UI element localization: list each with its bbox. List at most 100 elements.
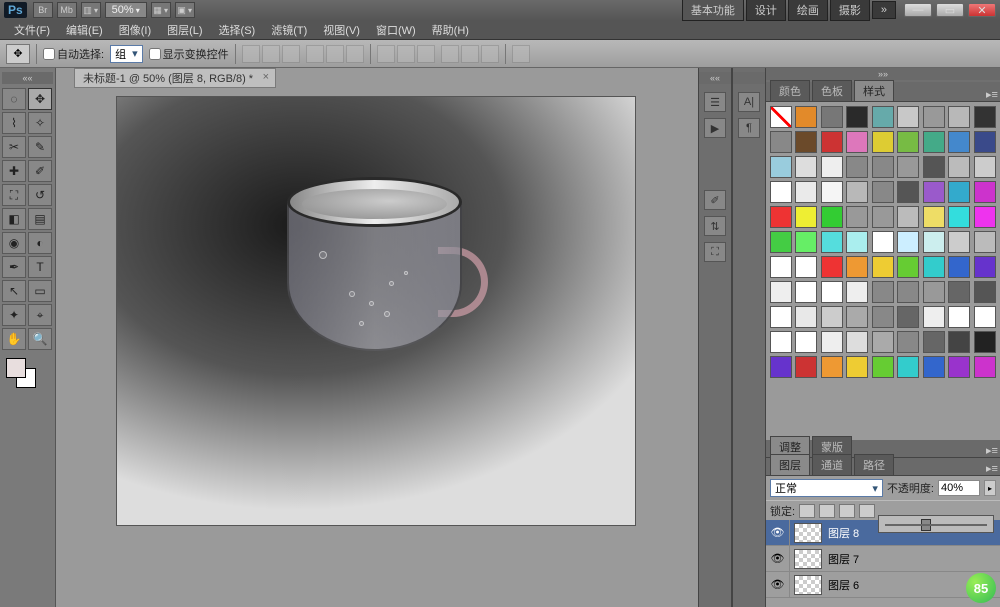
menu-file[interactable]: 文件(F)	[6, 22, 58, 38]
style-swatch[interactable]	[897, 156, 919, 178]
style-swatch[interactable]	[821, 231, 843, 253]
menu-view[interactable]: 视图(V)	[315, 22, 368, 38]
zoom-tool[interactable]: 🔍	[28, 328, 52, 350]
layers-panel-menu[interactable]: ▸≡	[984, 462, 1000, 475]
menu-select[interactable]: 选择(S)	[211, 22, 264, 38]
style-swatch[interactable]	[897, 131, 919, 153]
style-swatch[interactable]	[795, 106, 817, 128]
align-btn[interactable]	[262, 45, 280, 63]
style-swatch[interactable]	[897, 281, 919, 303]
style-swatch[interactable]	[770, 281, 792, 303]
layer-thumbnail[interactable]	[794, 523, 822, 543]
layer-name[interactable]: 图层 6	[826, 577, 859, 593]
style-swatch[interactable]	[795, 256, 817, 278]
move-tool-icon[interactable]: ✥	[6, 44, 30, 64]
pen-tool[interactable]: ✒	[2, 256, 26, 278]
eraser-tool[interactable]: ◧	[2, 208, 26, 230]
style-swatch[interactable]	[923, 206, 945, 228]
style-swatch[interactable]	[846, 331, 868, 353]
character-icon[interactable]: A|	[738, 92, 760, 112]
window-close-button[interactable]: ✕	[968, 3, 996, 17]
3d-tool[interactable]: ✦	[2, 304, 26, 326]
style-swatch[interactable]	[846, 156, 868, 178]
style-swatch[interactable]	[948, 131, 970, 153]
style-swatch[interactable]	[821, 206, 843, 228]
canvas[interactable]	[116, 96, 636, 526]
style-swatch[interactable]	[923, 281, 945, 303]
style-swatch[interactable]	[948, 331, 970, 353]
eyedropper-tool[interactable]: ✎	[28, 136, 52, 158]
brush-presets-icon[interactable]: ✐	[704, 190, 726, 210]
crop-tool[interactable]: ✂	[2, 136, 26, 158]
clone-source-icon[interactable]: ⇅	[704, 216, 726, 236]
style-swatch[interactable]	[821, 256, 843, 278]
history-icon[interactable]: ☰	[704, 92, 726, 112]
tab-styles[interactable]: 样式	[854, 80, 894, 101]
lock-transparent-icon[interactable]	[799, 504, 815, 518]
style-swatch[interactable]	[795, 306, 817, 328]
menu-layer[interactable]: 图层(L)	[159, 22, 210, 38]
style-swatch[interactable]	[948, 181, 970, 203]
dock2-collapse[interactable]	[733, 72, 765, 84]
style-swatch[interactable]	[770, 256, 792, 278]
dodge-tool[interactable]: ◐	[28, 232, 52, 254]
workspace-design[interactable]: 设计	[746, 0, 786, 21]
style-swatch[interactable]	[770, 356, 792, 378]
history-brush-tool[interactable]: ↺	[28, 184, 52, 206]
style-swatch[interactable]	[897, 306, 919, 328]
hand-tool[interactable]: ✋	[2, 328, 26, 350]
style-swatch[interactable]	[974, 106, 996, 128]
type-tool[interactable]: T	[28, 256, 52, 278]
layer-row[interactable]: 👁图层 6	[766, 572, 1000, 598]
style-swatch[interactable]	[897, 181, 919, 203]
tab-swatches[interactable]: 色板	[812, 80, 852, 101]
path-select-tool[interactable]: ↖	[2, 280, 26, 302]
marquee-tool[interactable]: ◌	[2, 88, 26, 110]
tools-collapse[interactable]: ««	[2, 72, 53, 84]
camera-tool[interactable]: ⌖	[28, 304, 52, 326]
style-swatch[interactable]	[897, 331, 919, 353]
style-swatch[interactable]	[948, 231, 970, 253]
style-swatch[interactable]	[872, 131, 894, 153]
style-swatch[interactable]	[897, 356, 919, 378]
style-swatch[interactable]	[846, 231, 868, 253]
dist-btn[interactable]	[441, 45, 459, 63]
style-swatch[interactable]	[897, 206, 919, 228]
opacity-flyout[interactable]: ▸	[984, 480, 996, 496]
style-swatch[interactable]	[872, 181, 894, 203]
style-swatch[interactable]	[897, 231, 919, 253]
style-swatch[interactable]	[872, 231, 894, 253]
style-swatch[interactable]	[923, 256, 945, 278]
style-swatch[interactable]	[948, 106, 970, 128]
move-tool[interactable]: ✥	[28, 88, 52, 110]
style-swatch[interactable]	[795, 281, 817, 303]
workspace-basic[interactable]: 基本功能	[682, 0, 744, 21]
paragraph-icon[interactable]: ¶	[738, 118, 760, 138]
auto-select-target[interactable]: 组	[110, 45, 143, 63]
window-maximize-button[interactable]: ▭	[936, 3, 964, 17]
style-swatch[interactable]	[846, 256, 868, 278]
tab-channels[interactable]: 通道	[812, 454, 852, 475]
style-swatch[interactable]	[974, 306, 996, 328]
style-swatch[interactable]	[872, 256, 894, 278]
dist-btn[interactable]	[397, 45, 415, 63]
style-swatch[interactable]	[821, 131, 843, 153]
style-swatch[interactable]	[770, 156, 792, 178]
style-swatch[interactable]	[872, 356, 894, 378]
style-swatch[interactable]	[872, 306, 894, 328]
style-swatch[interactable]	[974, 131, 996, 153]
style-swatch[interactable]	[974, 156, 996, 178]
tab-color[interactable]: 颜色	[770, 80, 810, 101]
lasso-tool[interactable]: ⌇	[2, 112, 26, 134]
tab-layers[interactable]: 图层	[770, 454, 810, 475]
style-swatch[interactable]	[974, 281, 996, 303]
opacity-slider-popup[interactable]	[878, 515, 994, 533]
menu-image[interactable]: 图像(I)	[111, 22, 159, 38]
style-swatch[interactable]	[821, 281, 843, 303]
style-swatch[interactable]	[770, 206, 792, 228]
dist-btn[interactable]	[377, 45, 395, 63]
style-swatch[interactable]	[923, 356, 945, 378]
wand-tool[interactable]: ✧	[28, 112, 52, 134]
style-swatch[interactable]	[974, 206, 996, 228]
style-swatch[interactable]	[974, 331, 996, 353]
